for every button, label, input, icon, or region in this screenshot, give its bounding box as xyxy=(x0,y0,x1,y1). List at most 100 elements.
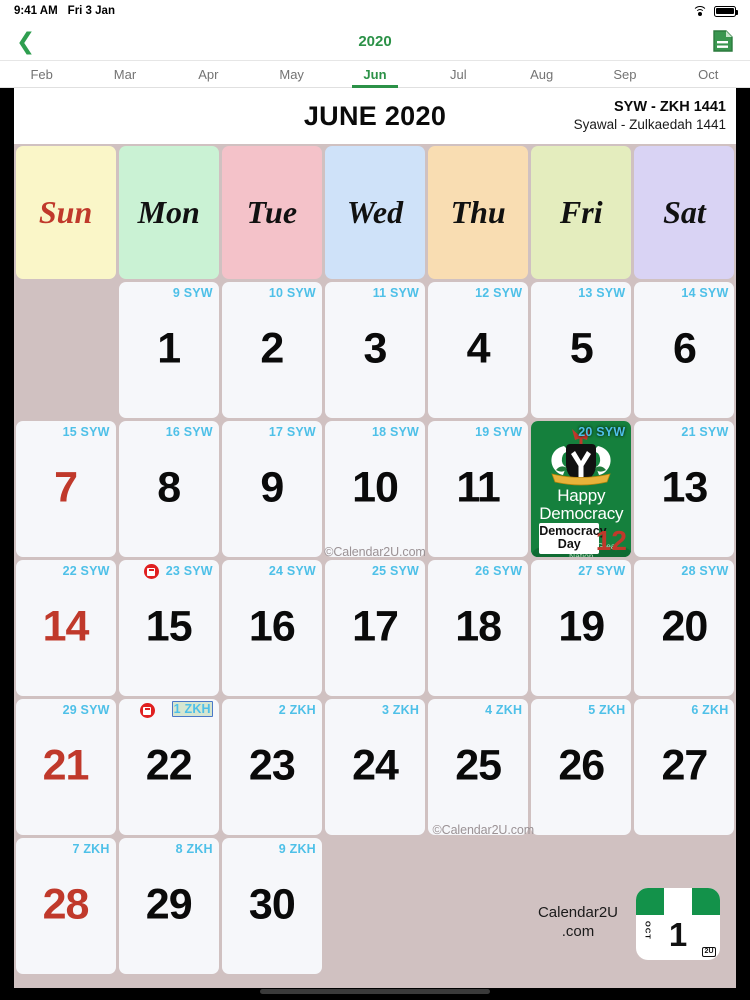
hijri-date-label: 2 ZKH xyxy=(278,702,316,717)
hijri-date-label: 1 ZKH xyxy=(171,701,213,717)
holiday-day-number: 12 xyxy=(595,524,627,556)
day-number: 17 xyxy=(352,602,399,651)
brand-line-2: .com xyxy=(561,922,595,940)
holiday-badge-line-2: Day xyxy=(557,537,581,552)
calendar-day-cell[interactable]: HappyDemocracy DayGood People Great Nati… xyxy=(531,420,632,557)
event-marker-icon[interactable] xyxy=(143,564,159,579)
calendar-day-cell[interactable]: 21 29 SYW xyxy=(15,698,116,835)
calendar-day-cell[interactable]: 23 2 ZKH xyxy=(221,698,322,835)
calendar-day-cell[interactable]: 20 28 SYW xyxy=(634,559,735,696)
day-number: 10 xyxy=(352,463,399,512)
day-number: 27 xyxy=(661,741,708,790)
hijri-date-label: 22 SYW xyxy=(62,563,110,578)
hijri-date-label: 21 SYW xyxy=(681,424,729,439)
calendar-day-cell[interactable]: 2 10 SYW xyxy=(221,281,322,418)
hijri-date-label: 28 SYW xyxy=(681,563,729,578)
hijri-date-label: 29 SYW xyxy=(62,702,110,717)
battery-icon xyxy=(714,5,739,17)
hijri-date-label: 15 SYW xyxy=(62,424,110,439)
democracy-day-artwork: HappyDemocracy DayGood People Great Nati… xyxy=(531,420,632,557)
hijri-short-label: SYW - ZKH 1441 xyxy=(614,99,726,116)
calendar-day-cell[interactable]: 27 6 ZKH xyxy=(634,698,735,835)
calendar-day-cell[interactable]: 7 15 SYW xyxy=(15,420,116,557)
calendar-day-cell[interactable]: 10 18 SYW xyxy=(324,420,426,557)
chevron-left-icon[interactable]: ❮ xyxy=(16,29,35,53)
month-tab-jun[interactable]: Jun xyxy=(333,61,416,88)
month-tab-bar[interactable]: Feb Mar Apr May Jun Jul Aug Sep Oct xyxy=(0,60,750,88)
day-number: 14 xyxy=(42,602,90,651)
document-icon[interactable] xyxy=(712,29,734,53)
day-number: 11 xyxy=(456,463,500,512)
hijri-month-block: SYW - ZKH 1441 Syawal - Zulkaedah 1441 xyxy=(574,99,726,132)
day-number: 9 xyxy=(260,463,284,512)
calendar-day-cell[interactable]: 16 24 SYW xyxy=(221,559,322,696)
holiday-badge: Democracy Day xyxy=(539,523,607,554)
calendar-day-cell[interactable]: 4 12 SYW xyxy=(428,281,529,418)
calendar-day-cell[interactable]: 11 19 SYW xyxy=(428,420,529,557)
calendar-day-cell[interactable]: 1 9 SYW xyxy=(118,281,219,418)
calendar-footer: Calendar2U .com OCT 1 2U xyxy=(14,870,736,988)
day-number: 19 xyxy=(558,602,605,651)
day-number: 18 xyxy=(455,602,502,651)
month-tab-apr[interactable]: Apr xyxy=(167,61,250,87)
calendar-day-cell[interactable]: 9 17 SYW xyxy=(221,420,322,557)
weekday-header-thu: Thu xyxy=(428,145,529,279)
calendar-day-cell[interactable]: 14 22 SYW xyxy=(15,559,116,696)
calendar-day-cell[interactable]: 13 21 SYW xyxy=(634,420,735,557)
weekday-header-wed: Wed xyxy=(324,145,426,279)
event-marker-icon[interactable] xyxy=(139,703,155,718)
month-tab-may[interactable]: May xyxy=(250,61,333,87)
calendar-day-cell[interactable]: 5 13 SYW xyxy=(531,281,632,418)
hijri-date-label: 18 SYW xyxy=(372,424,420,439)
day-number: 13 xyxy=(661,463,708,512)
calendar-day-cell[interactable]: 22 1 ZKH xyxy=(118,698,219,835)
hijri-date-label: 11 SYW xyxy=(372,285,420,300)
month-tab-feb[interactable]: Feb xyxy=(0,61,83,87)
wifi-icon xyxy=(692,5,707,17)
hijri-date-label: 25 SYW xyxy=(372,563,420,578)
day-number: 25 xyxy=(455,741,502,790)
calendar-day-cell[interactable]: 6 14 SYW xyxy=(634,281,735,418)
month-tab-sep[interactable]: Sep xyxy=(583,61,666,87)
calendar-day-cell[interactable]: 25 4 ZKH xyxy=(428,698,529,835)
day-number: 24 xyxy=(352,741,399,790)
calendar-day-cell[interactable]: 18 26 SYW xyxy=(428,559,529,696)
day-number: 26 xyxy=(558,741,605,790)
status-time: 9:41 AM xyxy=(14,5,58,17)
month-tab-jul[interactable]: Jul xyxy=(417,61,500,87)
hijri-date-label: 12 SYW xyxy=(475,285,523,300)
nigeria-flag-icon xyxy=(636,888,720,915)
day-number: 20 xyxy=(661,602,708,651)
hijri-date-label: 23 SYW xyxy=(165,563,213,578)
weekday-header-sun: Sun xyxy=(15,145,116,279)
day-number: 22 xyxy=(145,741,193,790)
day-number: 7 xyxy=(54,463,78,512)
hijri-date-label: 13 SYW xyxy=(578,285,626,300)
calendar2u-logo: OCT 1 2U xyxy=(636,888,720,960)
calendar-week-row: 1 9 SYW 2 10 SYW 3 11 SYW 4 12 SYW 5 13 SYW 6 14 SY… xyxy=(14,280,736,419)
hijri-date-label: 17 SYW xyxy=(268,424,316,439)
hijri-date-label: 4 ZKH xyxy=(485,702,523,717)
navigation-bar: ❮ 2020 xyxy=(0,22,750,60)
month-tab-oct[interactable]: Oct xyxy=(667,61,750,87)
day-number: 5 xyxy=(569,324,594,373)
month-tab-aug[interactable]: Aug xyxy=(500,61,583,87)
calendar-day-cell[interactable]: 19 27 SYW xyxy=(531,559,632,696)
calendar-day-cell[interactable]: 15 23 SYW xyxy=(118,559,219,696)
calendar-day-cell[interactable]: 24 3 ZKH xyxy=(324,698,426,835)
day-number: 6 xyxy=(672,324,697,373)
hijri-date-label: 8 ZKH xyxy=(175,841,213,856)
status-date: Fri 3 Jan xyxy=(67,5,115,17)
home-indicator[interactable] xyxy=(260,989,490,994)
calendar-day-cell[interactable]: 8 16 SYW xyxy=(118,420,219,557)
calendar-day-cell[interactable]: 3 11 SYW xyxy=(324,281,426,418)
day-number: 4 xyxy=(466,324,491,373)
hijri-date-label: 27 SYW xyxy=(578,563,626,578)
calendar-week-row: 21 29 SYW 22 1 ZKH 23 2 ZKH 24 3 ZKH 25 4 ZKH 26 5 … xyxy=(14,697,736,836)
day-number: 23 xyxy=(248,741,296,790)
calendar-day-cell[interactable]: 26 5 ZKH xyxy=(531,698,632,835)
weekday-header-fri: Fri xyxy=(531,145,632,279)
brand-line-1: Calendar2U xyxy=(537,904,618,921)
calendar-day-cell[interactable]: 17 25 SYW xyxy=(324,559,426,696)
month-tab-mar[interactable]: Mar xyxy=(83,61,166,87)
